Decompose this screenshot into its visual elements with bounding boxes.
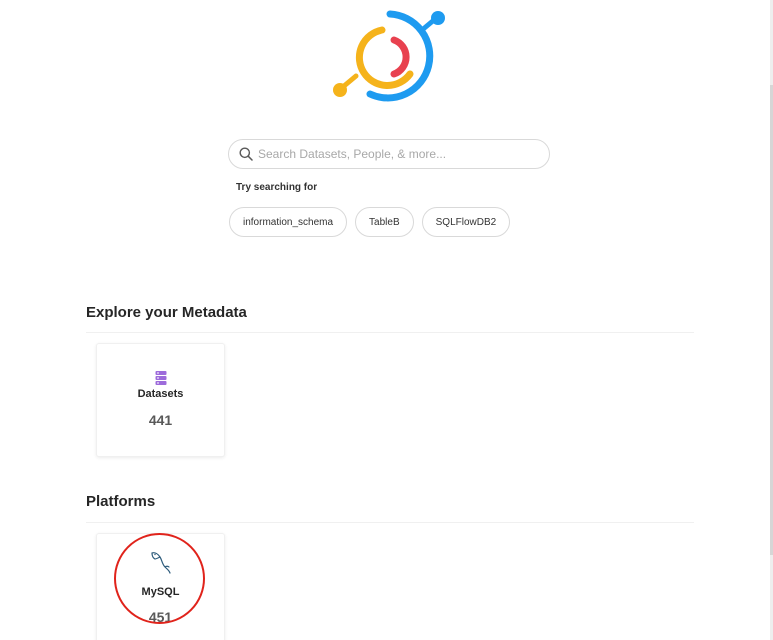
home-page: Try searching for information_schema Tab… bbox=[0, 0, 773, 640]
suggestion-tableb[interactable]: TableB bbox=[355, 207, 414, 237]
dataset-stack-icon bbox=[155, 371, 166, 385]
try-searching-label: Try searching for bbox=[236, 182, 318, 193]
platforms-divider bbox=[86, 522, 694, 523]
platforms-section-title: Platforms bbox=[86, 493, 156, 510]
search-input[interactable] bbox=[258, 147, 528, 161]
search-bar[interactable] bbox=[228, 139, 550, 169]
suggestion-sqlflowdb2[interactable]: SQLFlowDB2 bbox=[421, 207, 511, 237]
datasets-card-count: 441 bbox=[148, 412, 173, 428]
explore-divider bbox=[86, 332, 694, 333]
mysql-card-count: 451 bbox=[148, 609, 173, 625]
datasets-card-label: Datasets bbox=[137, 388, 184, 400]
mysql-dolphin-icon bbox=[150, 552, 171, 574]
datasets-card[interactable]: Datasets 441 bbox=[96, 343, 225, 457]
mysql-platform-card[interactable]: MySQL 451 bbox=[96, 533, 225, 640]
explore-section-title: Explore your Metadata bbox=[86, 304, 247, 321]
search-icon bbox=[239, 147, 253, 161]
suggestion-information-schema[interactable]: information_schema bbox=[229, 207, 348, 237]
datahub-logo-icon bbox=[333, 10, 445, 102]
mysql-card-label: MySQL bbox=[141, 586, 180, 598]
search-suggestions: information_schema TableB SQLFlowDB2 bbox=[229, 207, 511, 237]
